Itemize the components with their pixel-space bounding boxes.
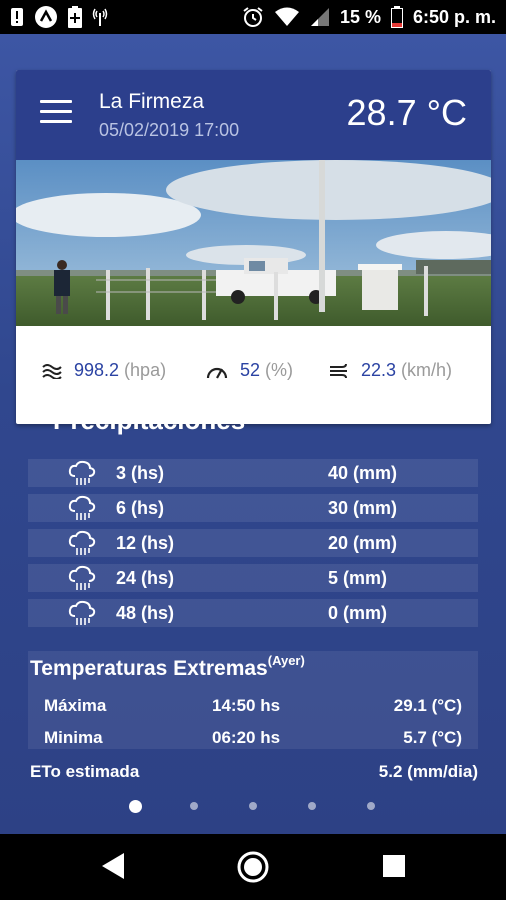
wind-unit: (km/h) <box>401 360 453 380</box>
humidity-unit: (%) <box>265 360 294 380</box>
pressure-value: 998.2 <box>74 360 120 380</box>
page-dot[interactable] <box>190 802 198 810</box>
precip-hours: 6 (hs) <box>116 497 165 518</box>
back-icon <box>102 853 124 879</box>
precipitation-row: 48 (hs) 0 (mm) <box>28 599 478 627</box>
extremes-title-sup: (Ayer) <box>267 653 305 668</box>
waves-icon <box>42 363 62 379</box>
rain-icon <box>68 565 96 596</box>
app-notification-icon <box>34 5 58 29</box>
extremes-title: Temperaturas Extremas(Ayer) <box>30 653 305 681</box>
clock: 6:50 p. m. <box>412 6 496 27</box>
wifi-icon <box>274 7 300 27</box>
station-datetime: 05/02/2019 17:00 <box>99 120 240 140</box>
precip-mm: 30 (mm) <box>328 497 398 518</box>
wind-metric: 22.3 (km/h) <box>329 360 452 381</box>
precip-hours: 12 (hs) <box>116 532 175 553</box>
wind-icon <box>329 363 349 379</box>
precipitation-title: Precipitaciones <box>53 405 246 435</box>
humidity-metric: 52 (%) <box>206 360 293 381</box>
menu-icon <box>40 100 72 103</box>
back-button[interactable] <box>100 851 126 886</box>
max-value: 29.1 (°C) <box>393 696 462 715</box>
navigation-bar <box>0 834 506 900</box>
max-label: Máxima <box>44 696 107 715</box>
battery-icon <box>390 6 403 28</box>
pressure-metric: 998.2 (hpa) <box>42 360 166 381</box>
page-dot[interactable] <box>249 802 257 810</box>
min-label: Minima <box>44 728 103 747</box>
gauge-icon <box>206 363 228 379</box>
max-time: 14:50 hs <box>212 696 281 715</box>
precipitation-row: 12 (hs) 20 (mm) <box>28 529 478 557</box>
signal-tower-icon <box>92 7 108 27</box>
precip-hours: 48 (hs) <box>116 602 175 623</box>
battery-percent: 15 % <box>339 6 381 27</box>
recents-icon <box>383 855 405 877</box>
pressure-unit: (hpa) <box>124 360 167 380</box>
station-card: La Firmeza 05/02/2019 17:00 28.7 °C 998.… <box>16 70 491 424</box>
extreme-temperatures: Temperaturas Extremas(Ayer) Máxima 14:50… <box>28 651 478 749</box>
status-bar: 15 % 6:50 p. m. <box>0 0 506 34</box>
precip-hours: 3 (hs) <box>116 462 165 483</box>
precip-mm: 0 (mm) <box>328 602 388 623</box>
station-photo <box>16 160 491 326</box>
alert-icon <box>10 7 24 27</box>
precip-mm: 5 (mm) <box>328 567 388 588</box>
menu-button[interactable] <box>40 100 72 126</box>
rain-icon <box>68 530 96 561</box>
home-button[interactable] <box>236 850 270 889</box>
battery-saver-icon <box>68 6 82 28</box>
precip-mm: 40 (mm) <box>328 462 398 483</box>
min-time: 06:20 hs <box>212 728 281 747</box>
rain-icon <box>68 600 96 631</box>
precip-hours: 24 (hs) <box>116 567 175 588</box>
humidity-value: 52 <box>240 360 261 380</box>
rain-icon <box>68 495 96 526</box>
min-value: 5.7 (°C) <box>403 728 462 747</box>
station-name: La Firmeza <box>99 90 205 113</box>
wind-value: 22.3 <box>361 360 397 380</box>
home-icon <box>237 851 269 883</box>
page-dot-active[interactable] <box>129 800 142 813</box>
precipitation-row: 3 (hs) 40 (mm) <box>28 459 478 487</box>
alarm-icon <box>242 6 264 28</box>
precipitation-row: 24 (hs) 5 (mm) <box>28 564 478 592</box>
page-dot[interactable] <box>367 802 375 810</box>
current-temperature: 28.7 °C <box>346 92 467 133</box>
rain-icon <box>68 460 96 491</box>
recents-button[interactable] <box>382 854 406 883</box>
page-indicator <box>0 798 506 818</box>
extremes-title-text: Temperaturas Extremas <box>30 657 268 680</box>
precipitation-row: 6 (hs) 30 (mm) <box>28 494 478 522</box>
cell-signal-icon <box>310 7 330 27</box>
page-dot[interactable] <box>308 802 316 810</box>
card-header: La Firmeza 05/02/2019 17:00 28.7 °C <box>16 70 491 160</box>
eto-value: 5.2 (mm/dia) <box>378 762 478 781</box>
eto-label: ETo estimada <box>30 762 140 781</box>
precip-mm: 20 (mm) <box>328 532 398 553</box>
